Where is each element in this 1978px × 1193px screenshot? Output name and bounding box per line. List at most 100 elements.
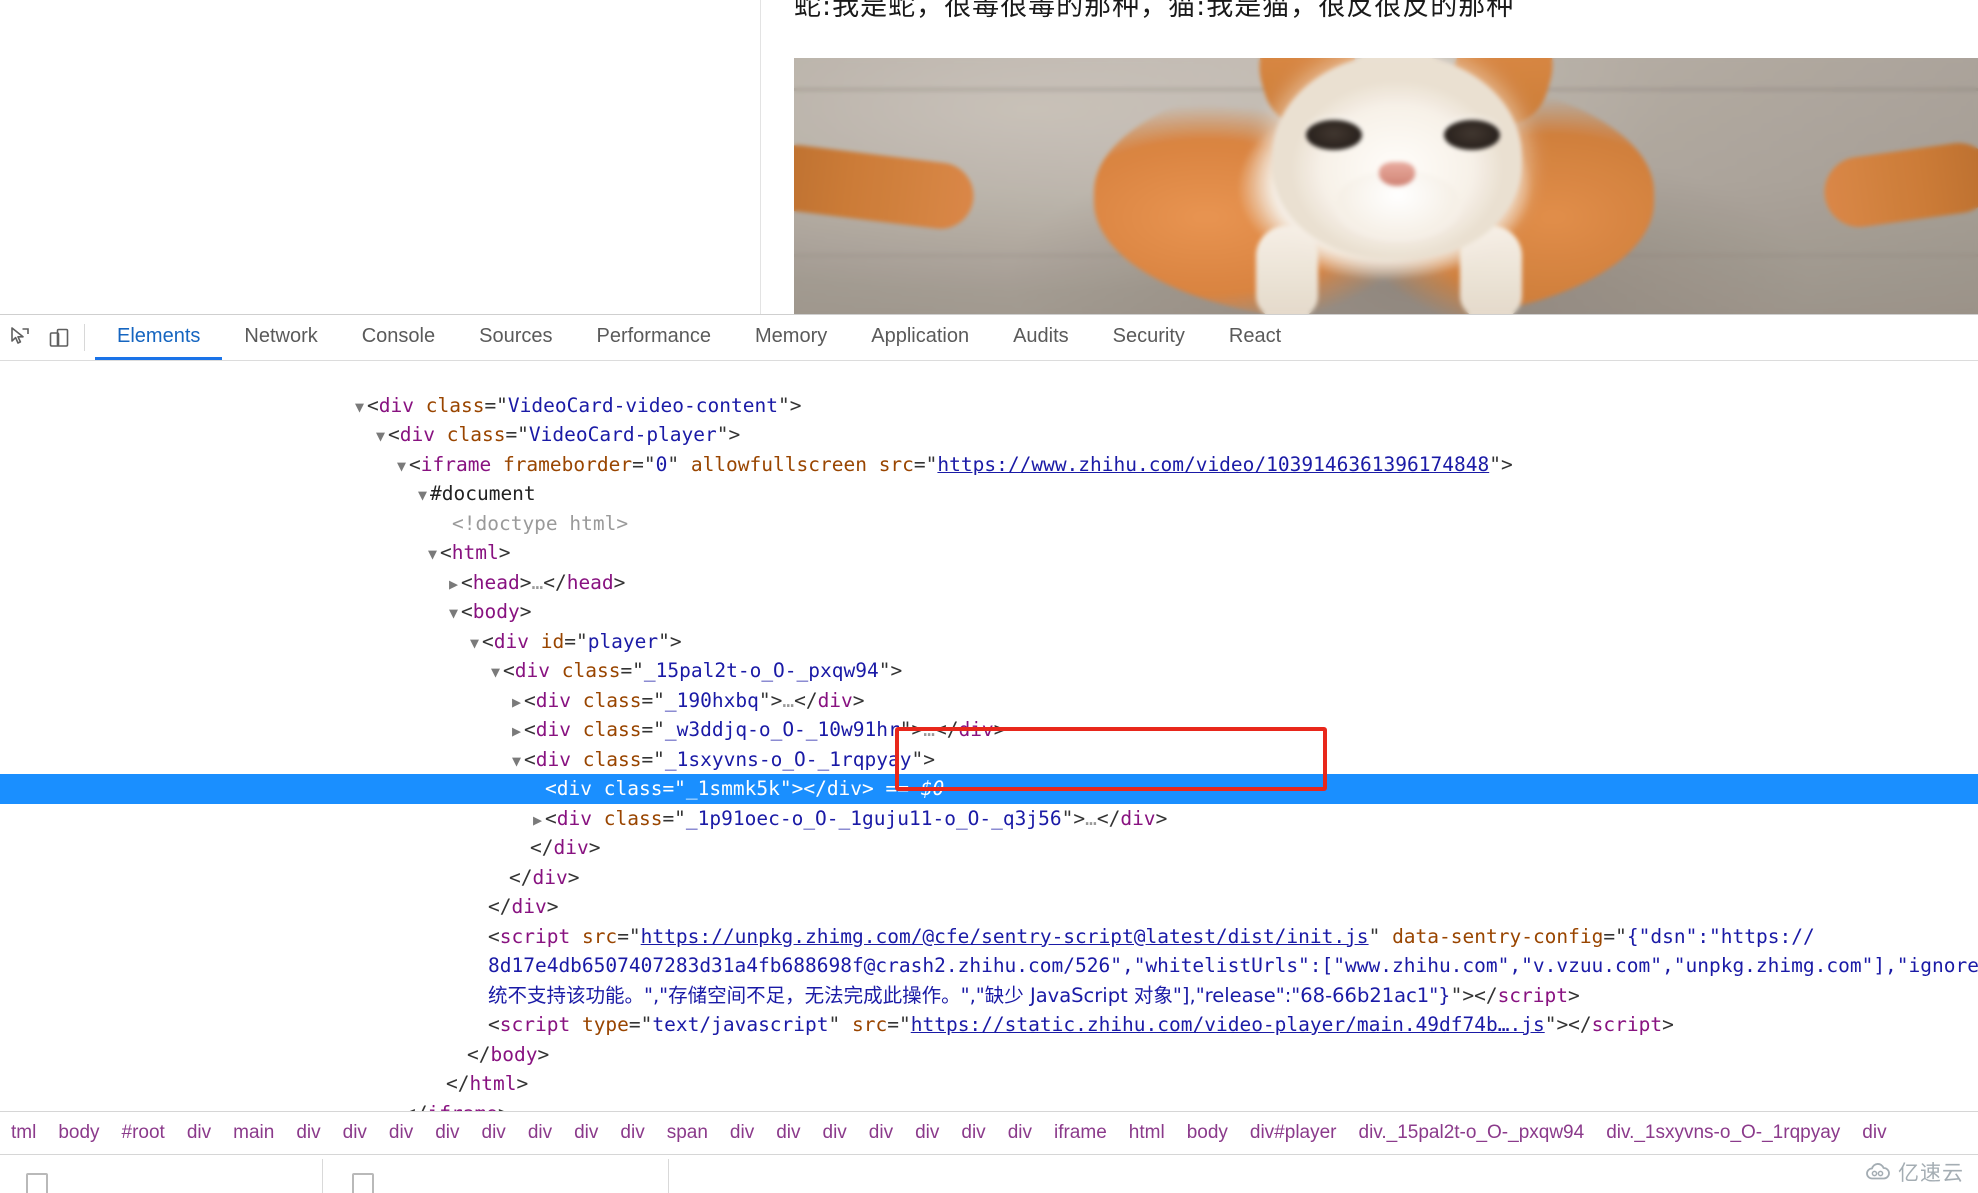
class-value: _w3ddjq-o_O-_10w91hr — [664, 718, 900, 741]
tab-network[interactable]: Network — [222, 315, 339, 360]
breadcrumb-item-last[interactable]: div — [1851, 1113, 1897, 1153]
breadcrumb-item[interactable]: div — [563, 1113, 609, 1153]
page-icon[interactable] — [352, 1173, 374, 1193]
page-left-column — [0, 0, 761, 314]
bottom-toolbar-strip — [0, 1155, 1978, 1193]
class-value: VideoCard-player — [528, 423, 717, 446]
dom-node-10w91hr[interactable]: ▶ <div class="_w3ddjq-o_O-_10w91hr">…</di… — [0, 715, 1978, 745]
collapse-arrow-icon[interactable]: ▶ — [509, 717, 524, 747]
sentry-script-src-link[interactable]: https://unpkg.zhimg.com/@cfe/sentry-scri… — [641, 925, 1369, 948]
dom-node-script-sentry[interactable]: <script src="https://unpkg.zhimg.com/@cf… — [0, 922, 1978, 952]
dom-node-selected-1smmk5k[interactable]: <div class="_1smmk5k"></div> == $0 — [0, 774, 1978, 804]
dom-node-1rqpyay[interactable]: ▼ <div class="_1sxyvns-o_O-_1rqpyay"> — [0, 745, 1978, 775]
selected-node-marker: == $0 — [885, 777, 945, 800]
dom-node-player[interactable]: ▼ <div id="player"> — [0, 627, 1978, 657]
dom-node-q3j56[interactable]: ▶ <div class="_1p91oec-o_O-_1guju11-o_O-_… — [0, 804, 1978, 834]
breadcrumb-item[interactable]: span — [656, 1113, 719, 1153]
tab-react[interactable]: React — [1207, 315, 1303, 360]
toggle-device-toolbar-icon[interactable] — [44, 323, 74, 353]
breadcrumb-item[interactable]: #root — [111, 1113, 176, 1153]
breadcrumb-item[interactable]: div — [812, 1113, 858, 1153]
tab-audits[interactable]: Audits — [991, 315, 1091, 360]
expand-arrow-icon[interactable]: ▼ — [352, 393, 367, 423]
breadcrumb-item[interactable]: div — [719, 1113, 765, 1153]
tab-sources[interactable]: Sources — [457, 315, 574, 360]
tag-html: html — [451, 541, 499, 564]
breadcrumb-item[interactable]: div — [517, 1113, 563, 1153]
tab-application[interactable]: Application — [849, 315, 991, 360]
breadcrumb-item[interactable]: div — [424, 1113, 470, 1153]
dom-close-div-2[interactable]: </div> — [0, 863, 1978, 893]
breadcrumb-item[interactable]: div — [176, 1113, 222, 1153]
dom-node-iframe[interactable]: ▼ <iframe frameborder="0" allowfullscreen… — [0, 450, 1978, 480]
dom-node-head[interactable]: ▶ <head>…</head> — [0, 568, 1978, 598]
breadcrumb-item[interactable]: div — [471, 1113, 517, 1153]
dom-node-script-sentry-cont-2[interactable]: 统不支持该功能。","存储空间不足，无法完成此操作。","缺少 JavaScri… — [0, 981, 1978, 1011]
tab-elements[interactable]: Elements — [95, 315, 223, 360]
site-watermark: 亿速云 — [1865, 1157, 1964, 1187]
expand-arrow-icon[interactable]: ▼ — [488, 658, 503, 688]
collapse-arrow-icon[interactable]: ▶ — [509, 688, 524, 718]
breadcrumb-item-iframe[interactable]: iframe — [1043, 1113, 1118, 1153]
expand-arrow-icon[interactable]: ▼ — [394, 452, 409, 482]
collapse-arrow-icon[interactable]: ▶ — [530, 806, 545, 836]
collapse-arrow-icon[interactable]: ▶ — [446, 570, 461, 600]
expand-arrow-icon[interactable]: ▼ — [509, 747, 524, 777]
video-player-frame[interactable] — [794, 58, 1978, 314]
breadcrumb-item[interactable]: tml — [0, 1113, 47, 1153]
browser-page-area: 蛇:我是蛇，很毒很毒的那种，猫:我是猫，很反很反的那种 — [0, 0, 1978, 314]
dom-node-doctype[interactable]: <!doctype html> — [0, 509, 1978, 539]
breadcrumb-item-html[interactable]: html — [1118, 1113, 1176, 1153]
dom-close-body[interactable]: </body> — [0, 1040, 1978, 1070]
dom-close-div-1[interactable]: </div> — [0, 833, 1978, 863]
breadcrumb-item[interactable]: div — [950, 1113, 996, 1153]
dom-tree[interactable]: ▼ <div class="VideoCard-video-content"> ▼… — [0, 361, 1978, 1131]
dom-node-document[interactable]: ▼ #document — [0, 479, 1978, 509]
dom-close-html[interactable]: </html> — [0, 1069, 1978, 1099]
devtools-tab-bar: Elements Network Console Sources Perform… — [95, 315, 1303, 360]
breadcrumb-item[interactable]: div — [997, 1113, 1043, 1153]
dom-node-pseudo-before[interactable] — [0, 361, 1978, 391]
video-caption: 蛇:我是蛇，很毒很毒的那种，猫:我是猫，很反很反的那种 — [794, 0, 1515, 22]
inspect-element-icon[interactable] — [4, 323, 34, 353]
tab-console[interactable]: Console — [340, 315, 457, 360]
breadcrumb-item[interactable]: div — [332, 1113, 378, 1153]
breadcrumb-item[interactable]: body — [47, 1113, 110, 1153]
iframe-src-link[interactable]: https://www.zhihu.com/video/103914636139… — [937, 453, 1489, 476]
dom-node-script-sentry-cont-1[interactable]: 8d17e4db6507407283d31a4fb688698f@crash2.… — [0, 951, 1978, 981]
dom-node-script-player[interactable]: <script type="text/javascript" src="http… — [0, 1010, 1978, 1040]
breadcrumb-item[interactable]: div — [765, 1113, 811, 1153]
dom-node-190hxbq[interactable]: ▶ <div class="_190hxbq">…</div> — [0, 686, 1978, 716]
cloud-icon — [1866, 1163, 1890, 1180]
dom-node-html-open[interactable]: ▼ <html> — [0, 538, 1978, 568]
dom-node-videocard-player[interactable]: ▼ <div class="VideoCard-player"> — [0, 420, 1978, 450]
dom-node-body-open[interactable]: ▼ <body> — [0, 597, 1978, 627]
breadcrumb-item[interactable]: div — [609, 1113, 655, 1153]
breadcrumb-item[interactable]: div — [285, 1113, 331, 1153]
breadcrumb-item[interactable]: div — [904, 1113, 950, 1153]
dom-node-videocard-content[interactable]: ▼ <div class="VideoCard-video-content"> — [0, 391, 1978, 421]
breadcrumb-item[interactable]: div — [858, 1113, 904, 1153]
expand-arrow-icon[interactable]: ▼ — [415, 481, 430, 511]
tab-performance[interactable]: Performance — [575, 315, 734, 360]
expand-arrow-icon[interactable]: ▼ — [425, 540, 440, 570]
dom-breadcrumb[interactable]: tml body #root div main div div div div … — [0, 1111, 1978, 1155]
dom-close-div-3[interactable]: </div> — [0, 892, 1978, 922]
tab-memory[interactable]: Memory — [733, 315, 849, 360]
dom-node-pxqw94[interactable]: ▼ <div class="_15pal2t-o_O-_pxqw94"> — [0, 656, 1978, 686]
breadcrumb-item[interactable]: div — [378, 1113, 424, 1153]
expand-arrow-icon[interactable]: ▼ — [373, 422, 388, 452]
breadcrumb-item-pxqw94[interactable]: div._15pal2t-o_O-_pxqw94 — [1348, 1113, 1596, 1153]
page-icon[interactable] — [26, 1173, 48, 1193]
strip-divider — [322, 1159, 323, 1193]
tab-security[interactable]: Security — [1091, 315, 1207, 360]
breadcrumb-item-rqpyay[interactable]: div._1sxyvns-o_O-_1rqpyay — [1595, 1113, 1851, 1153]
attr-data-sentry-config: data-sentry-config — [1392, 924, 1604, 948]
devtools-panel: Elements Network Console Sources Perform… — [0, 314, 1978, 1193]
breadcrumb-item-body[interactable]: body — [1176, 1113, 1239, 1153]
breadcrumb-item-player[interactable]: div#player — [1239, 1113, 1348, 1153]
breadcrumb-item[interactable]: main — [222, 1113, 285, 1153]
expand-arrow-icon[interactable]: ▼ — [467, 629, 482, 659]
player-script-src-link[interactable]: https://static.zhihu.com/video-player/ma… — [911, 1013, 1545, 1036]
expand-arrow-icon[interactable]: ▼ — [446, 599, 461, 629]
